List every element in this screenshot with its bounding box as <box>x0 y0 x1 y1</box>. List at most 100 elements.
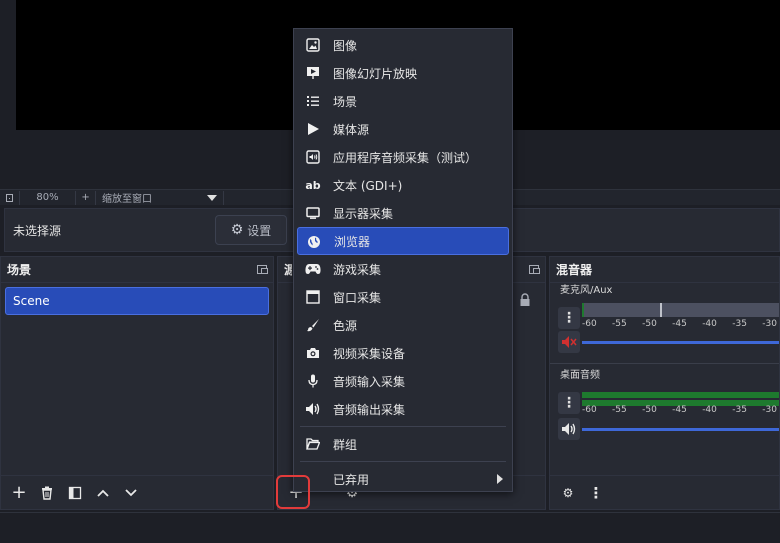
zoom-in-button[interactable]: + <box>76 190 96 205</box>
scenes-dock: 场景 Scene + <box>0 256 274 510</box>
meter-scale: -60 -55 -50 -45 -40 -35 -30 <box>582 319 777 329</box>
scene-item[interactable]: Scene <box>5 287 269 315</box>
scene-filters-button[interactable] <box>63 481 87 505</box>
menu-separator <box>300 426 506 427</box>
brush-icon <box>305 317 321 333</box>
menu-item-label: 群组 <box>333 437 358 452</box>
zoom-level: 80% <box>20 190 76 205</box>
menu-item-label: 图像幻灯片放映 <box>333 66 418 81</box>
lock-icon[interactable] <box>519 293 531 307</box>
add-scene-button[interactable]: + <box>7 481 31 505</box>
volume-slider[interactable] <box>582 428 779 431</box>
menu-item-deprecated[interactable]: 已弃用 <box>297 465 509 493</box>
text-icon: ab <box>305 178 321 192</box>
menu-separator <box>300 461 506 462</box>
settings-label: 设置 <box>247 223 272 238</box>
speaker-muted-icon <box>562 336 577 348</box>
menu-item-text[interactable]: ab 文本 (GDI+) <box>297 171 509 199</box>
trash-icon <box>42 486 52 500</box>
filter-icon <box>68 486 82 499</box>
globe-icon <box>306 234 322 250</box>
menu-item-group[interactable]: 群组 <box>297 430 509 458</box>
zoom-fit-label: 缩放至窗口 <box>102 194 152 205</box>
mixer-channel-mic: 麦克风/Aux ⋮ -60 -55 -50 -45 -40 -35 -30 <box>550 283 779 361</box>
menu-item-image[interactable]: 图像 <box>297 31 509 59</box>
menu-item-scene[interactable]: 场景 <box>297 87 509 115</box>
mixer-title: 混音器 <box>556 263 593 277</box>
no-source-label: 未选择源 <box>13 223 62 238</box>
speaker-icon <box>562 423 576 435</box>
channel-menu-button[interactable]: ⋮ <box>558 392 580 414</box>
mixer-menu-button[interactable]: ⋮ <box>584 481 608 505</box>
submenu-arrow-icon <box>497 474 503 484</box>
camera-icon <box>305 345 321 361</box>
menu-item-label: 色源 <box>333 318 358 333</box>
mute-button[interactable] <box>558 418 580 440</box>
chevron-down-icon <box>207 194 217 201</box>
volume-meter <box>582 392 779 406</box>
menu-item-label: 已弃用 <box>333 472 370 487</box>
mute-button[interactable] <box>558 331 580 353</box>
undock-icon[interactable] <box>257 265 268 274</box>
channel-menu-button[interactable]: ⋮ <box>558 307 580 329</box>
chevron-down-icon <box>125 488 137 496</box>
gamepad-icon <box>305 261 321 277</box>
menu-item-label: 文本 (GDI+) <box>333 178 403 193</box>
chevron-up-icon <box>97 489 109 497</box>
move-scene-up-button[interactable] <box>91 481 115 505</box>
channel-name: 麦克风/Aux <box>560 285 613 296</box>
menu-item-label: 应用程序音频采集（测试） <box>333 150 478 165</box>
image-icon <box>305 37 321 53</box>
minus-icon <box>6 193 13 202</box>
menu-item-label: 图像 <box>333 38 358 53</box>
menu-item-label: 场景 <box>333 94 358 109</box>
remove-scene-button[interactable] <box>35 481 59 505</box>
scenes-toolbar: + <box>1 475 273 509</box>
settings-button[interactable]: ⚙ 设置 <box>215 215 287 245</box>
plus-icon: + <box>11 482 27 503</box>
undock-icon[interactable] <box>529 265 540 274</box>
menu-item-audio-input-capture[interactable]: 音频输入采集 <box>297 367 509 395</box>
menu-item-window-capture[interactable]: 窗口采集 <box>297 283 509 311</box>
menu-item-color-source[interactable]: 色源 <box>297 311 509 339</box>
menu-item-media-source[interactable]: 媒体源 <box>297 115 509 143</box>
zoom-fit-dropdown[interactable]: 缩放至窗口 <box>96 190 224 205</box>
folder-open-icon <box>305 436 321 452</box>
microphone-icon <box>305 373 321 389</box>
zoom-out-button[interactable] <box>0 190 20 205</box>
scenes-title: 场景 <box>7 263 32 277</box>
menu-item-label: 媒体源 <box>333 122 370 137</box>
slideshow-icon <box>305 65 321 81</box>
mixer-dock: 混音器 麦克风/Aux ⋮ -60 -55 -50 -45 -40 -35 -30 桌面音频… <box>549 256 780 510</box>
scenes-header: 场景 <box>1 257 273 283</box>
add-source-menu: 图像 图像幻灯片放映 场景 媒体源 应用程序音频采集（测试） ab 文本 (GD… <box>293 28 513 492</box>
mixer-header: 混音器 <box>550 257 779 283</box>
advanced-audio-button[interactable]: ⚙ <box>556 481 580 505</box>
channel-name: 桌面音频 <box>560 370 600 381</box>
menu-item-label: 视频采集设备 <box>333 346 406 361</box>
gear-icon: ⚙ <box>230 222 244 238</box>
status-bar <box>0 512 780 543</box>
menu-item-browser[interactable]: 浏览器 <box>297 227 509 255</box>
kebab-menu-icon: ⋮ <box>588 483 604 502</box>
window-icon <box>305 289 321 305</box>
move-scene-down-button[interactable] <box>119 481 143 505</box>
menu-item-game-capture[interactable]: 游戏采集 <box>297 255 509 283</box>
mixer-channel-desktop: 桌面音频 ⋮ -60 -55 -50 -45 -40 -35 -30 <box>550 368 779 446</box>
app-audio-icon <box>305 149 321 165</box>
menu-item-label: 游戏采集 <box>333 262 382 277</box>
menu-item-audio-output-capture[interactable]: 音频输出采集 <box>297 395 509 423</box>
menu-item-slideshow[interactable]: 图像幻灯片放映 <box>297 59 509 87</box>
menu-item-label: 窗口采集 <box>333 290 382 305</box>
volume-slider[interactable] <box>582 341 779 344</box>
volume-meter <box>582 303 779 317</box>
menu-item-label: 显示器采集 <box>333 206 394 221</box>
menu-item-app-audio-capture[interactable]: 应用程序音频采集（测试） <box>297 143 509 171</box>
menu-item-display-capture[interactable]: 显示器采集 <box>297 199 509 227</box>
kebab-menu-icon: ⋮ <box>562 310 576 326</box>
list-icon <box>305 93 321 109</box>
meter-scale: -60 -55 -50 -45 -40 -35 -30 <box>582 405 777 415</box>
menu-item-video-capture-device[interactable]: 视频采集设备 <box>297 339 509 367</box>
menu-item-label: 浏览器 <box>334 234 371 249</box>
sources-title: 源 <box>284 263 292 277</box>
